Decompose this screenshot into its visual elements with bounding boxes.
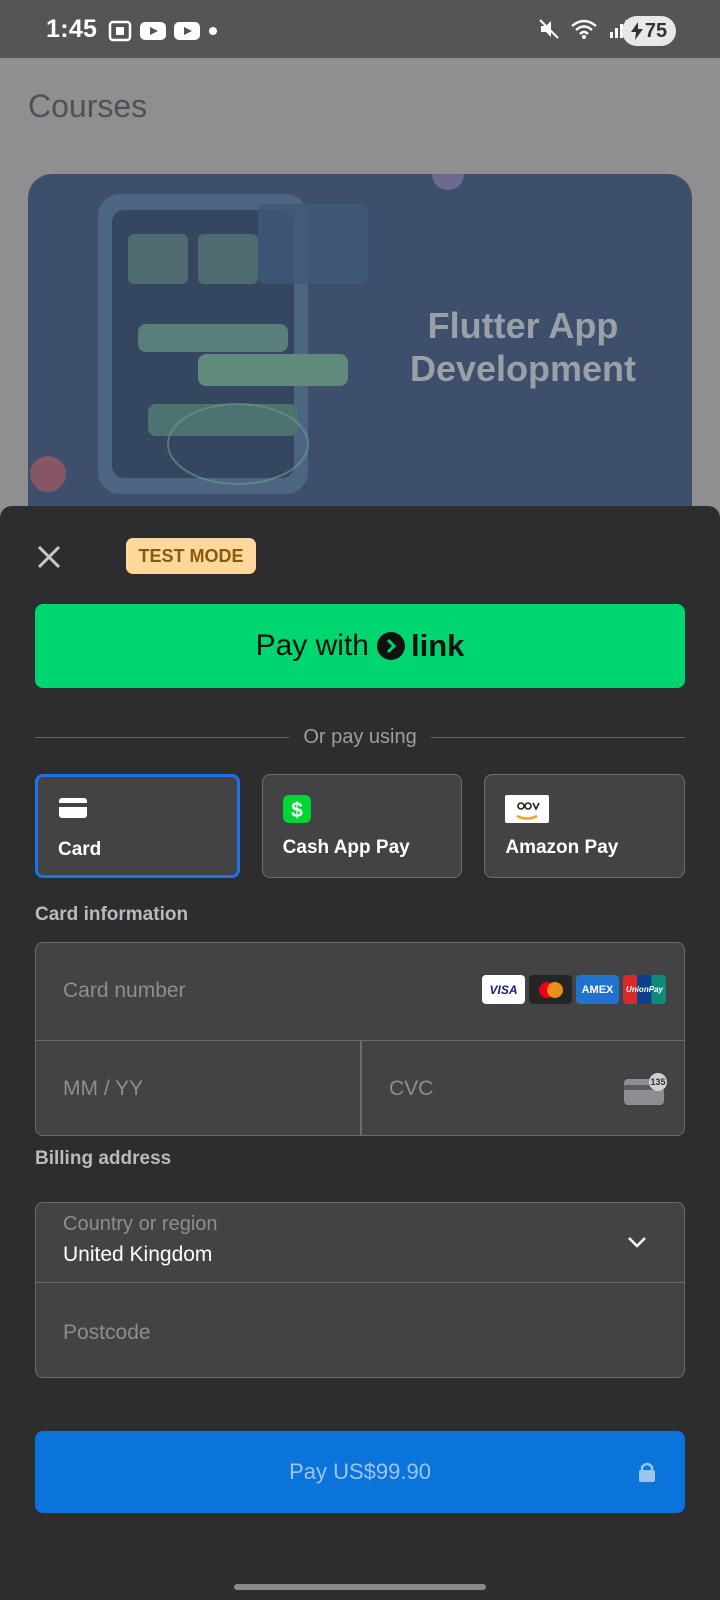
test-mode-badge: TEST MODE [126, 538, 256, 574]
link-button-prefix: Pay with [255, 629, 369, 662]
cvc-hint-text: 135 [650, 1077, 665, 1087]
card-brand-logos: VISA AMEX UnionPay [482, 975, 666, 1004]
payment-method-cash-app[interactable]: $ Cash App Pay [261, 774, 463, 878]
close-button[interactable] [32, 540, 66, 574]
card-icon [59, 798, 87, 818]
country-select[interactable]: Country or region United Kingdom [36, 1203, 684, 1283]
pay-button-label: Pay US$99.90 [289, 1459, 431, 1484]
youtube-icon [140, 22, 166, 40]
pay-with-link-button[interactable]: Pay with link [35, 604, 685, 688]
amazon-pay-icon [505, 795, 550, 823]
link-arrow-icon [376, 632, 405, 660]
cvc-card-icon: 135 [624, 1073, 667, 1105]
country-value: United Kingdom [63, 1243, 213, 1266]
unionpay-logo: UnionPay [623, 975, 666, 1004]
battery-indicator: 75 [622, 16, 676, 46]
cvc-placeholder: CVC [389, 1077, 434, 1100]
close-icon [37, 545, 61, 569]
card-information-label: Card information [35, 904, 189, 925]
dot-icon [209, 27, 217, 35]
link-brand-text: link [410, 628, 465, 663]
divider-line [430, 736, 686, 738]
background-app: Courses Flutter App Development [0, 58, 720, 574]
pay-button[interactable]: Pay US$99.90 [35, 1431, 685, 1513]
country-label: Country or region [63, 1213, 218, 1235]
svg-text:$: $ [291, 799, 303, 822]
status-bar: 1:45 75 [0, 0, 720, 58]
billing-address-fields: Country or region United Kingdom Postcod… [35, 1202, 685, 1378]
or-divider: Or pay using [35, 722, 686, 752]
expiry-field[interactable]: MM / YY [36, 1041, 360, 1135]
divider-line [35, 736, 290, 738]
screen: 1:45 75 Courses Flutter App Development … [0, 0, 720, 1600]
postcode-placeholder: Postcode [63, 1321, 151, 1344]
amex-logo: AMEX [576, 975, 619, 1004]
home-indicator[interactable] [234, 1584, 486, 1590]
status-notification-icons [108, 20, 218, 42]
postcode-field[interactable]: Postcode [36, 1283, 684, 1377]
lock-icon [639, 1462, 655, 1482]
mastercard-logo [529, 975, 572, 1004]
divider-text: Or pay using [303, 725, 417, 748]
billing-address-label: Billing address [35, 1148, 172, 1169]
status-time: 1:45 [46, 15, 98, 43]
visa-logo: VISA [482, 975, 525, 1004]
link-logo: link [376, 628, 465, 664]
payment-method-label: Cash App Pay [282, 837, 410, 858]
card-number-placeholder: Card number [63, 979, 186, 1002]
chevron-down-icon [628, 1237, 646, 1248]
expiry-placeholder: MM / YY [63, 1077, 144, 1100]
banner-title: Flutter App Development [409, 305, 637, 389]
charging-icon [630, 22, 643, 40]
payment-sheet: TEST MODE Pay with link Or pay using Car… [0, 506, 720, 1600]
cash-app-icon: $ [282, 795, 311, 823]
card-number-field[interactable]: Card number VISA AMEX UnionPay [36, 943, 684, 1041]
payment-method-label: Card [58, 839, 102, 860]
payment-method-selector: Card $ Cash App Pay Amazon Pay [35, 774, 686, 878]
payment-method-label: Amazon Pay [505, 837, 619, 858]
page-title: Courses [28, 88, 148, 124]
screenshot-icon [108, 20, 132, 42]
battery-level: 75 [644, 19, 668, 42]
payment-method-card[interactable]: Card [35, 774, 240, 878]
cvc-field[interactable]: CVC 135 [362, 1041, 684, 1135]
mute-icon [539, 19, 559, 39]
card-expiry-cvc-row: MM / YY CVC 135 [36, 1041, 684, 1135]
mastercard-icon [538, 981, 563, 998]
card-information-fields: Card number VISA AMEX UnionPay MM / YY C… [35, 942, 685, 1136]
payment-method-amazon-pay[interactable]: Amazon Pay [484, 774, 686, 878]
wifi-icon [571, 19, 597, 39]
youtube-icon [174, 22, 200, 40]
